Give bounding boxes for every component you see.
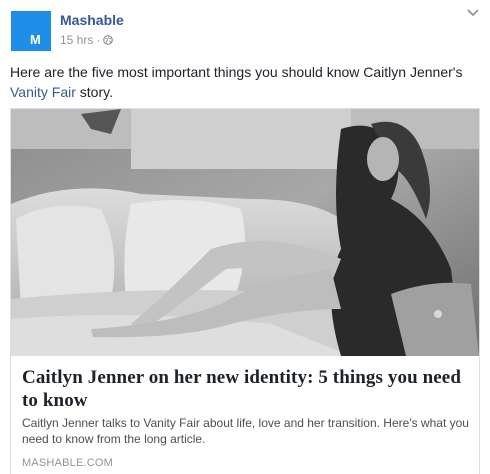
facebook-post: M Mashable 15 hrs · Here are the five mo… bbox=[0, 0, 490, 474]
page-name-link[interactable]: Mashable bbox=[60, 12, 124, 28]
page-avatar[interactable]: M bbox=[11, 11, 51, 51]
post-timestamp[interactable]: 15 hrs bbox=[60, 33, 93, 47]
meta-separator: · bbox=[96, 33, 101, 47]
preview-photo bbox=[11, 109, 479, 356]
post-meta: 15 hrs · bbox=[60, 33, 114, 47]
post-text-before: Here are the five most important things … bbox=[10, 64, 463, 80]
link-preview-image[interactable] bbox=[11, 109, 479, 356]
globe-icon[interactable] bbox=[103, 35, 114, 45]
post-text-after: story. bbox=[75, 84, 113, 100]
chevron-down-icon[interactable] bbox=[466, 8, 480, 18]
link-description: Caitlyn Jenner talks to Vanity Fair abou… bbox=[22, 416, 469, 446]
vanity-fair-link[interactable]: Vanity Fair bbox=[10, 84, 76, 100]
link-preview-card[interactable]: Caitlyn Jenner on her new identity: 5 th… bbox=[10, 108, 480, 474]
link-domain: MASHABLE.COM bbox=[22, 457, 114, 469]
link-title[interactable]: Caitlyn Jenner on her new identity: 5 th… bbox=[22, 366, 472, 412]
post-message: Here are the five most important things … bbox=[10, 62, 480, 102]
avatar-letter: M bbox=[30, 32, 41, 47]
